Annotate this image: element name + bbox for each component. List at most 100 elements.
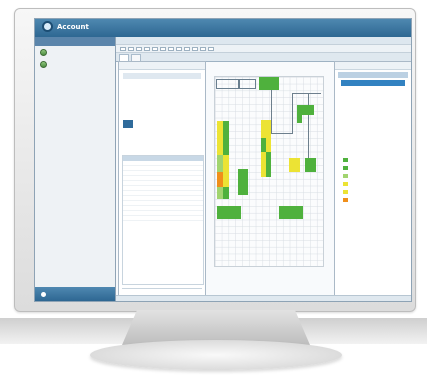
tab-secondary[interactable] xyxy=(131,54,141,61)
calendar-day[interactable] xyxy=(181,104,191,112)
toolbar-button[interactable] xyxy=(208,46,214,51)
properties-active-button[interactable] xyxy=(341,80,405,86)
desk-zone[interactable] xyxy=(223,121,229,139)
desk-zone[interactable] xyxy=(259,77,279,90)
room[interactable] xyxy=(216,79,239,89)
calendar-day[interactable] xyxy=(181,96,191,104)
calendar-grid xyxy=(123,80,201,128)
monitor-stand-base xyxy=(90,340,342,370)
left-panel-title xyxy=(35,37,115,46)
desk-zone[interactable] xyxy=(279,206,303,219)
calendar-day[interactable] xyxy=(123,112,133,120)
properties-title xyxy=(335,62,411,70)
calendar-day[interactable] xyxy=(171,120,181,128)
status-legend xyxy=(343,156,351,204)
desk-zone[interactable] xyxy=(266,138,271,152)
selected-day[interactable] xyxy=(123,120,133,128)
desk-zone[interactable] xyxy=(223,139,229,155)
calendar-day[interactable] xyxy=(181,120,191,128)
tab-primary[interactable] xyxy=(119,54,129,61)
calendar-day[interactable] xyxy=(152,96,162,104)
calendar-day[interactable] xyxy=(181,88,191,96)
calendar-day[interactable] xyxy=(152,104,162,112)
table-row[interactable] xyxy=(123,216,203,221)
calendar-day[interactable] xyxy=(171,112,181,120)
calendar-day[interactable] xyxy=(171,88,181,96)
toolbar xyxy=(116,45,411,53)
calendar-day[interactable] xyxy=(161,104,171,112)
calendar-title xyxy=(119,62,205,70)
calendar-day[interactable] xyxy=(152,112,162,120)
desk-zone[interactable] xyxy=(289,158,300,172)
desk-zone[interactable] xyxy=(305,158,316,172)
legend-item xyxy=(343,180,351,188)
calendar-day[interactable] xyxy=(133,112,143,120)
legend-swatch xyxy=(343,198,348,202)
calendar-day[interactable] xyxy=(123,88,133,96)
floor-plan[interactable] xyxy=(214,76,324,267)
toolbar-button[interactable] xyxy=(120,46,126,51)
legend-item xyxy=(343,164,351,172)
calendar-day[interactable] xyxy=(142,88,152,96)
left-footer-bar[interactable] xyxy=(35,287,115,301)
toolbar-button[interactable] xyxy=(192,46,198,51)
toolbar-button[interactable] xyxy=(128,46,134,51)
toolbar-button[interactable] xyxy=(144,46,150,51)
calendar-day[interactable] xyxy=(133,120,143,128)
calendar-day[interactable] xyxy=(133,104,143,112)
toolbar-button[interactable] xyxy=(200,46,206,51)
calendar-day[interactable] xyxy=(161,88,171,96)
calendar-day[interactable] xyxy=(133,88,143,96)
desk-zone[interactable] xyxy=(238,169,248,195)
top-bar: Account xyxy=(35,19,411,37)
weekday xyxy=(123,80,133,88)
toolbar-button[interactable] xyxy=(184,46,190,51)
desk-zone[interactable] xyxy=(223,172,229,187)
desk-zone[interactable] xyxy=(266,152,271,165)
user-item[interactable] xyxy=(35,58,115,70)
wall xyxy=(292,93,293,134)
desk-zone[interactable] xyxy=(266,120,271,138)
calendar-day[interactable] xyxy=(123,96,133,104)
calendar-day[interactable] xyxy=(133,96,143,104)
weekday xyxy=(133,80,143,88)
desk-zone[interactable] xyxy=(223,187,229,199)
toolbar-button[interactable] xyxy=(152,46,158,51)
avatar-icon xyxy=(40,48,47,56)
desk-zone[interactable] xyxy=(266,165,271,177)
calendar-day[interactable] xyxy=(171,104,181,112)
toolbar-button[interactable] xyxy=(176,46,182,51)
toolbar-button[interactable] xyxy=(168,46,174,51)
user-item[interactable] xyxy=(35,46,115,58)
desk-zone[interactable] xyxy=(217,206,241,219)
room[interactable] xyxy=(239,79,256,89)
logo-icon xyxy=(42,21,53,32)
calendar-day[interactable] xyxy=(142,96,152,104)
status-bar xyxy=(116,295,411,301)
calendar-day[interactable] xyxy=(142,112,152,120)
calendar-day[interactable] xyxy=(152,88,162,96)
calendar-day[interactable] xyxy=(152,120,162,128)
legend-swatch xyxy=(343,158,348,162)
properties-panel xyxy=(334,61,411,300)
desk-zone[interactable] xyxy=(302,105,314,115)
left-sidebar xyxy=(35,37,116,301)
desk-zone[interactable] xyxy=(223,155,229,172)
calendar-day[interactable] xyxy=(161,96,171,104)
legend-item xyxy=(343,172,351,180)
legend-swatch xyxy=(343,182,348,186)
calendar-day[interactable] xyxy=(142,104,152,112)
wall xyxy=(308,93,309,163)
calendar-day[interactable] xyxy=(181,112,191,120)
weekday xyxy=(152,80,162,88)
toolbar-button[interactable] xyxy=(136,46,142,51)
calendar-day[interactable] xyxy=(123,104,133,112)
toolbar-button[interactable] xyxy=(160,46,166,51)
calendar-day[interactable] xyxy=(161,120,171,128)
calendar-day[interactable] xyxy=(171,96,181,104)
weekday xyxy=(181,80,191,88)
properties-tab[interactable] xyxy=(338,72,408,78)
calendar-day[interactable] xyxy=(142,120,152,128)
avatar-icon xyxy=(40,60,47,68)
calendar-day[interactable] xyxy=(161,112,171,120)
